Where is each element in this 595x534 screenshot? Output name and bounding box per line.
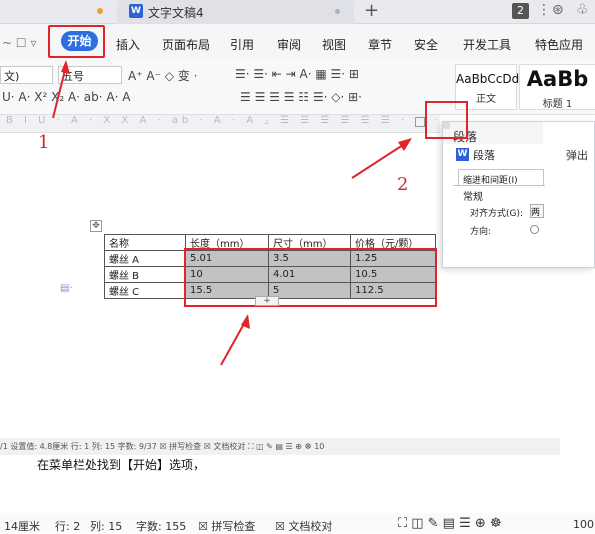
arrow-head-2 [398, 138, 412, 151]
arrow-line-3 [220, 321, 246, 366]
status-row: 行: 2 [55, 520, 81, 533]
arrow-head-1 [61, 60, 70, 74]
view-mode-icons[interactable]: ⛶ ◫ ✎ ▤ ☰ ⊕ ☸ [398, 516, 502, 531]
instruction-text: 在菜单栏处找到【开始】选项， [37, 458, 206, 472]
status-setting: 14厘米 [4, 520, 40, 533]
step-number-2: 2 [397, 174, 409, 195]
proofread-button[interactable]: ☒ 文档校对 [275, 518, 332, 534]
status-col: 列: 15 [90, 520, 123, 533]
inner-status-bar: /1 设置值: 4.8厘米 行: 1 列: 15 字数: 9/37 ☒ 拼写检查… [0, 438, 560, 455]
zoom-level[interactable]: 100 [573, 518, 594, 531]
step-number-1: 1 [38, 132, 50, 153]
status-words[interactable]: 字数: 155 [136, 518, 186, 534]
arrow-line-2 [351, 142, 407, 179]
arrow-line-1 [52, 65, 67, 119]
status-bar: 14厘米 行: 2 列: 15 字数: 155 ☒ 拼写检查 ☒ 文档校对 ⛶ … [0, 513, 595, 533]
spell-check-button[interactable]: ☒ 拼写检查 [198, 518, 255, 534]
